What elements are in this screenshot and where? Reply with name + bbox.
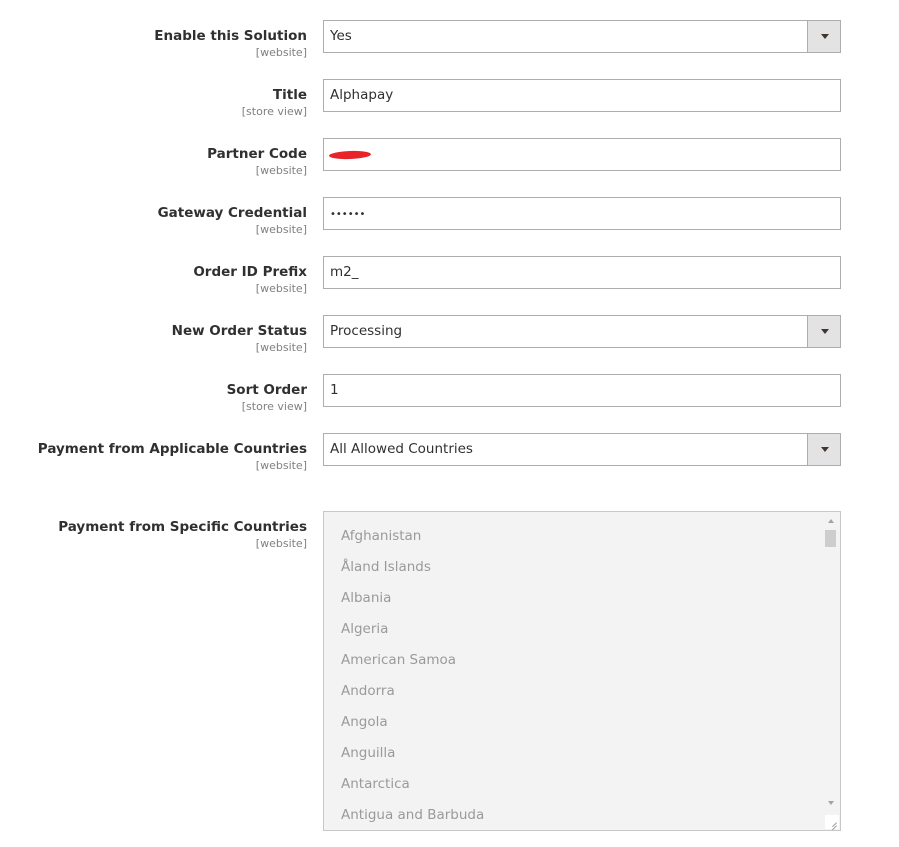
field-label-group: Gateway Credential [website]	[0, 204, 307, 237]
chevron-down-icon[interactable]	[807, 316, 840, 347]
country-option[interactable]: Algeria	[341, 614, 484, 645]
field-label-group: Enable this Solution [website]	[0, 27, 307, 60]
input-value: 1	[330, 382, 339, 398]
field-label-group: Payment from Specific Countries [website…	[0, 518, 307, 551]
specific-countries-label: Payment from Specific Countries	[58, 519, 307, 535]
sort-order-label: Sort Order	[226, 382, 307, 398]
title-input[interactable]: Alphapay	[323, 79, 841, 112]
country-option[interactable]: Antigua and Barbuda	[341, 800, 484, 830]
country-option[interactable]: Anguilla	[341, 738, 484, 769]
scope-label: [website]	[255, 164, 307, 177]
country-option[interactable]: Andorra	[341, 676, 484, 707]
select-value: Yes	[330, 28, 352, 44]
scope-label: [website]	[255, 537, 307, 550]
scroll-up-arrow-icon[interactable]	[828, 519, 834, 523]
scroll-down-arrow-icon[interactable]	[828, 801, 834, 805]
field-label-group: Partner Code [website]	[0, 145, 307, 178]
chevron-down-icon[interactable]	[807, 21, 840, 52]
scope-label: [website]	[255, 341, 307, 354]
field-label-group: Order ID Prefix [website]	[0, 263, 307, 296]
resize-grip-icon[interactable]	[825, 815, 839, 829]
scrollbar-thumb[interactable]	[825, 530, 836, 547]
scope-label: [website]	[255, 459, 307, 472]
country-options-list: Afghanistan Åland Islands Albania Algeri…	[341, 521, 484, 830]
applicable-countries-label: Payment from Applicable Countries	[37, 441, 307, 457]
redaction-mark	[328, 150, 372, 160]
new-order-status-select[interactable]: Processing	[323, 315, 841, 348]
title-label: Title	[272, 87, 307, 103]
gateway-credential-label: Gateway Credential	[157, 205, 307, 221]
order-id-prefix-input[interactable]: m2_	[323, 256, 841, 289]
country-option[interactable]: Albania	[341, 583, 484, 614]
scope-label: [website]	[255, 282, 307, 295]
country-option[interactable]: Antarctica	[341, 769, 484, 800]
specific-countries-multiselect[interactable]: Afghanistan Åland Islands Albania Algeri…	[323, 511, 841, 831]
applicable-countries-select[interactable]: All Allowed Countries	[323, 433, 841, 466]
input-value: m2_	[330, 264, 359, 280]
partner-code-input[interactable]	[323, 138, 841, 171]
field-label-group: Payment from Applicable Countries [websi…	[0, 440, 307, 473]
enable-solution-select[interactable]: Yes	[323, 20, 841, 53]
chevron-down-icon[interactable]	[807, 434, 840, 465]
multiselect-scrollbar[interactable]	[823, 512, 840, 830]
country-option[interactable]: American Samoa	[341, 645, 484, 676]
country-option[interactable]: Åland Islands	[341, 552, 484, 583]
select-value: Processing	[330, 323, 403, 339]
sort-order-input[interactable]: 1	[323, 374, 841, 407]
scope-label: [store view]	[241, 105, 307, 118]
field-label-group: Sort Order [store view]	[0, 381, 307, 414]
gateway-credential-input[interactable]: ••••••	[323, 197, 841, 230]
country-option[interactable]: Afghanistan	[341, 521, 484, 552]
password-value: ••••••	[330, 209, 366, 220]
field-label-group: Title [store view]	[0, 86, 307, 119]
country-option[interactable]: Angola	[341, 707, 484, 738]
order-id-prefix-label: Order ID Prefix	[193, 264, 307, 280]
enable-solution-label: Enable this Solution	[154, 28, 307, 44]
input-value: Alphapay	[330, 87, 394, 103]
new-order-status-label: New Order Status	[171, 323, 307, 339]
partner-code-label: Partner Code	[207, 146, 307, 162]
field-label-group: New Order Status [website]	[0, 322, 307, 355]
select-value: All Allowed Countries	[330, 441, 473, 457]
scope-label: [website]	[255, 223, 307, 236]
scope-label: [website]	[255, 46, 307, 59]
scope-label: [store view]	[241, 400, 307, 413]
